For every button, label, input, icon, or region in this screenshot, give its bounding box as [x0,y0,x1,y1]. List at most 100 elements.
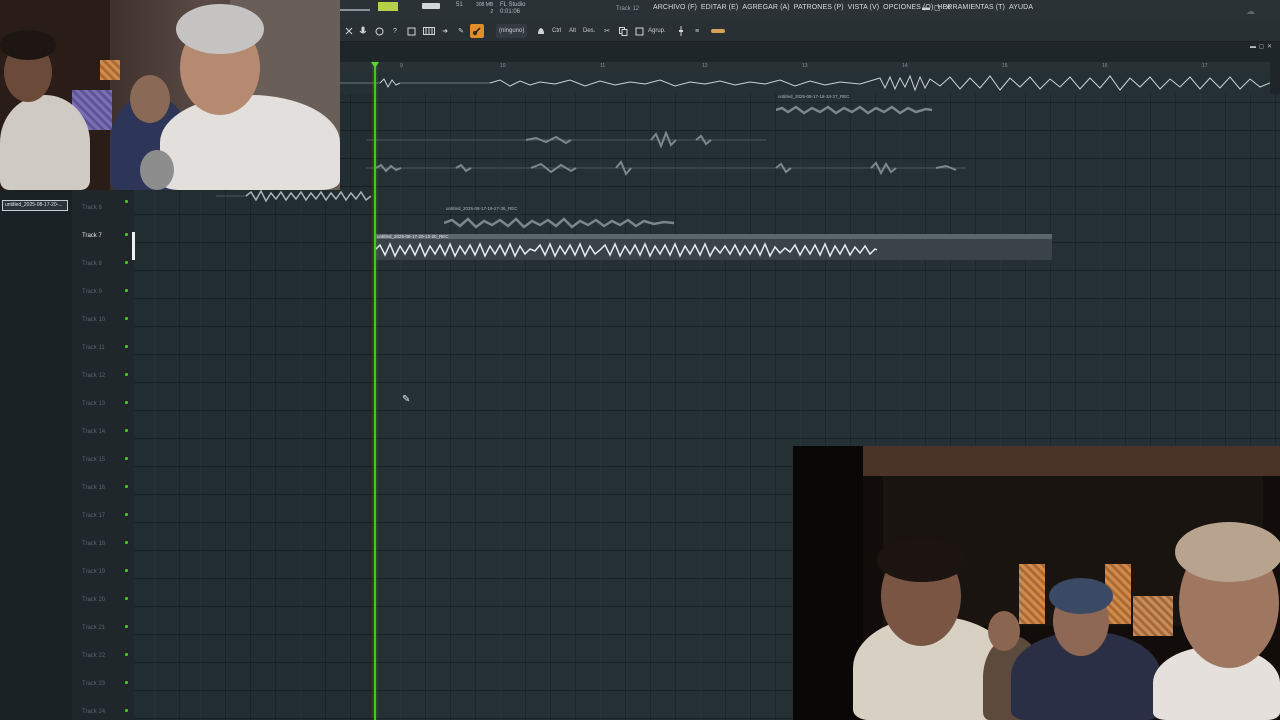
cam-person-1-hair [0,30,56,60]
audio-clip-track6-mid[interactable]: untitled_2025-08-17-19-27-36_REC [444,206,676,230]
track-mute-led-icon[interactable] [125,513,128,516]
track-header[interactable]: Track 15 [72,452,134,480]
main-menu: ARCHIVO (F) EDITAR (E) AGREGAR (A) PATRO… [653,4,1033,11]
webcam-overlay-bottom-right [793,446,1280,720]
maximize-icon[interactable]: ◻ [934,3,941,12]
track-resize-handle[interactable] [132,232,135,260]
menu-archivo[interactable]: ARCHIVO (F) [653,4,697,11]
group-button[interactable]: Agrup. [648,24,666,38]
track-header[interactable]: Track 16 [72,480,134,508]
menu-vista[interactable]: VISTA (V) [848,4,880,11]
song-position-indicator[interactable] [422,3,440,9]
track-mute-led-icon[interactable] [125,317,128,320]
track-mute-led-icon[interactable] [125,485,128,488]
snap-selector-label: (ninguno) [499,28,525,34]
menu-editar[interactable]: EDITAR (E) [701,4,738,11]
track-header[interactable]: Track 14 [72,424,134,452]
scroll-slider-icon[interactable] [710,24,726,38]
track-mute-led-icon[interactable] [125,261,128,264]
audio-clip-row-3[interactable] [366,158,966,178]
menu-ayuda[interactable]: AYUDA [1009,4,1033,11]
ctrl-modifier-button[interactable]: Ctrl [552,24,561,38]
track-mute-led-icon[interactable] [125,597,128,600]
playhead-marker-icon[interactable] [371,62,379,68]
menu-patrones[interactable]: PATRONES (P) [794,4,844,11]
bell-icon[interactable] [536,24,546,38]
mic-icon[interactable] [358,24,368,38]
ruler-mark: 12 [702,63,708,69]
audio-clip-row-2[interactable] [366,130,776,150]
track-name: Track 23 [82,681,106,687]
track-mute-led-icon[interactable] [125,541,128,544]
track-header[interactable]: Track 7 [72,228,134,256]
app-time-text: 0:01:06 [500,9,521,15]
track-header[interactable]: Track 17 [72,508,134,536]
track-header[interactable]: Track 10 [72,312,134,340]
help-icon[interactable]: ? [390,24,400,38]
paste-icon[interactable] [634,24,644,38]
cam-person-4-hair [877,538,967,582]
minimize-icon[interactable]: ▬ [922,3,930,12]
des-modifier-button[interactable]: Des. [583,24,595,38]
track-header[interactable]: Track 18 [72,536,134,564]
track-header[interactable]: Track 9 [72,284,134,312]
playlist-overview[interactable] [340,72,1270,94]
cut-icon[interactable]: ✂ [602,24,612,38]
track-mute-led-icon[interactable] [125,681,128,684]
list-icon[interactable]: ≡ [692,24,702,38]
track-header[interactable]: Track 23 [72,676,134,704]
clip-waveform [375,242,878,258]
track-header[interactable]: Track 6 [72,200,134,228]
audio-clip-upper-right[interactable]: untitled_2025-08-17-18-34-27_REC [776,94,936,118]
track-mute-led-icon[interactable] [125,345,128,348]
selected-clip-name[interactable]: untitled_2025-08-17-20-... [2,200,68,211]
track-mute-led-icon[interactable] [125,653,128,656]
playlist-window-controls[interactable]: ▬◻✕ [1250,43,1275,50]
memory-sub-value: 2 [490,9,494,15]
draw-mode-icon[interactable] [470,24,484,38]
arrow-right-icon[interactable]: ➜ [440,24,450,38]
track-mute-led-icon[interactable] [125,289,128,292]
track-header[interactable]: Track 22 [72,648,134,676]
track-mute-led-icon[interactable] [125,401,128,404]
audio-clip-track6-left[interactable] [216,188,374,204]
piano-roll-icon[interactable] [422,24,436,38]
track-mute-led-icon[interactable] [125,569,128,572]
copy-icon[interactable] [618,24,628,38]
track-mute-led-icon[interactable] [125,429,128,432]
snap-selector[interactable]: (ninguno) [496,24,528,38]
track-mute-led-icon[interactable] [125,625,128,628]
pattern-selector-indicator[interactable] [378,2,398,11]
metronome-icon[interactable] [374,24,384,38]
playlist-options-icon[interactable] [344,24,354,38]
track-header[interactable]: Track 20 [72,592,134,620]
timeline-ruler[interactable]: 9 10 11 12 13 14 15 16 17 [340,62,1270,72]
master-volume-slider[interactable] [340,9,370,11]
mixer-track-icon[interactable] [676,24,686,38]
close-icon[interactable]: ✕ [945,3,952,12]
menu-agregar[interactable]: AGREGAR (A) [742,4,789,11]
app-logo-icon: ☁ [1246,6,1255,16]
ruler-mark: 13 [802,63,808,69]
clip-waveform [776,105,933,115]
pencil-icon[interactable]: ✎ [456,24,466,38]
browser-icon[interactable] [406,24,416,38]
track-mute-led-icon[interactable] [125,373,128,376]
track-mute-led-icon[interactable] [125,709,128,712]
playhead[interactable] [374,62,376,720]
track-header[interactable]: Track 12 [72,368,134,396]
audio-clip-main[interactable]: untitled_2025-08-17-20-13-20_REC [375,234,1052,260]
track-header[interactable]: Track 19 [72,564,134,592]
track-header[interactable]: Track 24 [72,704,134,720]
track-mute-led-icon[interactable] [125,457,128,460]
track-header[interactable]: Track 21 [72,620,134,648]
track-header[interactable]: Track 13 [72,396,134,424]
track-mute-led-icon[interactable] [125,233,128,236]
cam-ceiling [863,446,1280,476]
track-mute-led-icon[interactable] [125,200,128,203]
track-header[interactable]: Track 11 [72,340,134,368]
track-header[interactable]: Track 8 [72,256,134,284]
alt-modifier-button[interactable]: Alt [569,24,576,38]
memory-value: 308 MB [476,2,494,8]
track-name: Track 24 [82,709,106,715]
